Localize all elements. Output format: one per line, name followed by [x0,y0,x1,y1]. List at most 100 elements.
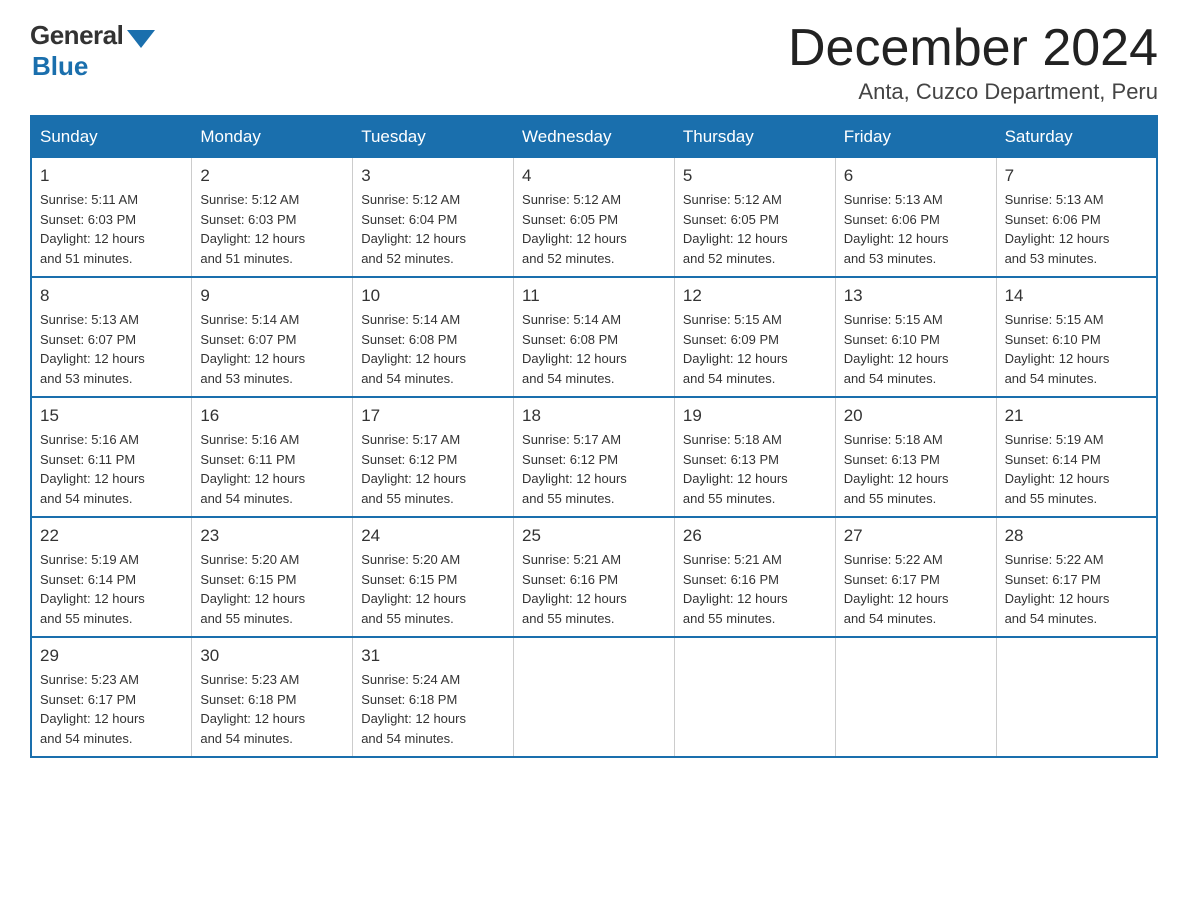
calendar-cell: 10 Sunrise: 5:14 AM Sunset: 6:08 PM Dayl… [353,277,514,397]
header-cell-monday: Monday [192,116,353,158]
day-info: Sunrise: 5:15 AM Sunset: 6:10 PM Dayligh… [844,310,988,388]
day-info: Sunrise: 5:11 AM Sunset: 6:03 PM Dayligh… [40,190,183,268]
day-info: Sunrise: 5:23 AM Sunset: 6:17 PM Dayligh… [40,670,183,748]
calendar-cell: 21 Sunrise: 5:19 AM Sunset: 6:14 PM Dayl… [996,397,1157,517]
calendar-cell: 2 Sunrise: 5:12 AM Sunset: 6:03 PM Dayli… [192,158,353,278]
calendar-cell: 6 Sunrise: 5:13 AM Sunset: 6:06 PM Dayli… [835,158,996,278]
calendar-cell: 14 Sunrise: 5:15 AM Sunset: 6:10 PM Dayl… [996,277,1157,397]
day-info: Sunrise: 5:14 AM Sunset: 6:08 PM Dayligh… [361,310,505,388]
day-info: Sunrise: 5:13 AM Sunset: 6:07 PM Dayligh… [40,310,183,388]
day-info: Sunrise: 5:19 AM Sunset: 6:14 PM Dayligh… [40,550,183,628]
day-info: Sunrise: 5:17 AM Sunset: 6:12 PM Dayligh… [522,430,666,508]
day-number: 30 [200,646,344,666]
day-number: 17 [361,406,505,426]
day-info: Sunrise: 5:23 AM Sunset: 6:18 PM Dayligh… [200,670,344,748]
day-number: 13 [844,286,988,306]
calendar-cell: 20 Sunrise: 5:18 AM Sunset: 6:13 PM Dayl… [835,397,996,517]
day-info: Sunrise: 5:14 AM Sunset: 6:07 PM Dayligh… [200,310,344,388]
day-info: Sunrise: 5:21 AM Sunset: 6:16 PM Dayligh… [683,550,827,628]
title-block: December 2024 Anta, Cuzco Department, Pe… [788,20,1158,105]
day-info: Sunrise: 5:12 AM Sunset: 6:05 PM Dayligh… [522,190,666,268]
day-number: 8 [40,286,183,306]
calendar-cell: 13 Sunrise: 5:15 AM Sunset: 6:10 PM Dayl… [835,277,996,397]
calendar-cell: 24 Sunrise: 5:20 AM Sunset: 6:15 PM Dayl… [353,517,514,637]
day-number: 26 [683,526,827,546]
day-info: Sunrise: 5:24 AM Sunset: 6:18 PM Dayligh… [361,670,505,748]
header-cell-thursday: Thursday [674,116,835,158]
day-number: 18 [522,406,666,426]
logo-blue-text: Blue [32,51,88,82]
day-info: Sunrise: 5:22 AM Sunset: 6:17 PM Dayligh… [844,550,988,628]
day-number: 28 [1005,526,1148,546]
day-info: Sunrise: 5:12 AM Sunset: 6:03 PM Dayligh… [200,190,344,268]
day-info: Sunrise: 5:12 AM Sunset: 6:05 PM Dayligh… [683,190,827,268]
day-info: Sunrise: 5:19 AM Sunset: 6:14 PM Dayligh… [1005,430,1148,508]
header-cell-friday: Friday [835,116,996,158]
day-number: 10 [361,286,505,306]
calendar-table: SundayMondayTuesdayWednesdayThursdayFrid… [30,115,1158,758]
calendar-cell: 3 Sunrise: 5:12 AM Sunset: 6:04 PM Dayli… [353,158,514,278]
calendar-cell: 23 Sunrise: 5:20 AM Sunset: 6:15 PM Dayl… [192,517,353,637]
calendar-cell: 19 Sunrise: 5:18 AM Sunset: 6:13 PM Dayl… [674,397,835,517]
logo-arrow-icon [127,30,155,48]
header-cell-saturday: Saturday [996,116,1157,158]
calendar-cell: 11 Sunrise: 5:14 AM Sunset: 6:08 PM Dayl… [514,277,675,397]
calendar-cell: 16 Sunrise: 5:16 AM Sunset: 6:11 PM Dayl… [192,397,353,517]
day-info: Sunrise: 5:20 AM Sunset: 6:15 PM Dayligh… [200,550,344,628]
calendar-cell: 30 Sunrise: 5:23 AM Sunset: 6:18 PM Dayl… [192,637,353,757]
day-number: 3 [361,166,505,186]
calendar-cell: 31 Sunrise: 5:24 AM Sunset: 6:18 PM Dayl… [353,637,514,757]
week-row-3: 15 Sunrise: 5:16 AM Sunset: 6:11 PM Dayl… [31,397,1157,517]
day-number: 21 [1005,406,1148,426]
calendar-cell [674,637,835,757]
day-info: Sunrise: 5:13 AM Sunset: 6:06 PM Dayligh… [844,190,988,268]
day-number: 4 [522,166,666,186]
day-info: Sunrise: 5:20 AM Sunset: 6:15 PM Dayligh… [361,550,505,628]
day-number: 5 [683,166,827,186]
day-number: 29 [40,646,183,666]
day-number: 22 [40,526,183,546]
day-info: Sunrise: 5:16 AM Sunset: 6:11 PM Dayligh… [40,430,183,508]
calendar-cell [835,637,996,757]
calendar-cell: 9 Sunrise: 5:14 AM Sunset: 6:07 PM Dayli… [192,277,353,397]
calendar-cell [514,637,675,757]
day-number: 9 [200,286,344,306]
day-number: 6 [844,166,988,186]
month-title: December 2024 [788,20,1158,77]
calendar-cell: 4 Sunrise: 5:12 AM Sunset: 6:05 PM Dayli… [514,158,675,278]
header-row: SundayMondayTuesdayWednesdayThursdayFrid… [31,116,1157,158]
calendar-cell: 15 Sunrise: 5:16 AM Sunset: 6:11 PM Dayl… [31,397,192,517]
calendar-cell: 22 Sunrise: 5:19 AM Sunset: 6:14 PM Dayl… [31,517,192,637]
day-info: Sunrise: 5:15 AM Sunset: 6:10 PM Dayligh… [1005,310,1148,388]
location-subtitle: Anta, Cuzco Department, Peru [788,79,1158,105]
day-number: 12 [683,286,827,306]
calendar-cell: 27 Sunrise: 5:22 AM Sunset: 6:17 PM Dayl… [835,517,996,637]
day-number: 2 [200,166,344,186]
day-info: Sunrise: 5:13 AM Sunset: 6:06 PM Dayligh… [1005,190,1148,268]
day-info: Sunrise: 5:18 AM Sunset: 6:13 PM Dayligh… [844,430,988,508]
header-cell-wednesday: Wednesday [514,116,675,158]
day-number: 14 [1005,286,1148,306]
day-info: Sunrise: 5:14 AM Sunset: 6:08 PM Dayligh… [522,310,666,388]
day-info: Sunrise: 5:12 AM Sunset: 6:04 PM Dayligh… [361,190,505,268]
calendar-cell: 7 Sunrise: 5:13 AM Sunset: 6:06 PM Dayli… [996,158,1157,278]
day-number: 7 [1005,166,1148,186]
header-cell-sunday: Sunday [31,116,192,158]
calendar-cell: 5 Sunrise: 5:12 AM Sunset: 6:05 PM Dayli… [674,158,835,278]
day-info: Sunrise: 5:15 AM Sunset: 6:09 PM Dayligh… [683,310,827,388]
calendar-cell: 12 Sunrise: 5:15 AM Sunset: 6:09 PM Dayl… [674,277,835,397]
day-number: 25 [522,526,666,546]
week-row-5: 29 Sunrise: 5:23 AM Sunset: 6:17 PM Dayl… [31,637,1157,757]
calendar-cell: 29 Sunrise: 5:23 AM Sunset: 6:17 PM Dayl… [31,637,192,757]
week-row-1: 1 Sunrise: 5:11 AM Sunset: 6:03 PM Dayli… [31,158,1157,278]
logo: General Blue [30,20,155,82]
day-info: Sunrise: 5:17 AM Sunset: 6:12 PM Dayligh… [361,430,505,508]
day-number: 31 [361,646,505,666]
day-info: Sunrise: 5:22 AM Sunset: 6:17 PM Dayligh… [1005,550,1148,628]
calendar-cell: 26 Sunrise: 5:21 AM Sunset: 6:16 PM Dayl… [674,517,835,637]
day-number: 11 [522,286,666,306]
calendar-cell [996,637,1157,757]
calendar-cell: 17 Sunrise: 5:17 AM Sunset: 6:12 PM Dayl… [353,397,514,517]
day-number: 1 [40,166,183,186]
week-row-4: 22 Sunrise: 5:19 AM Sunset: 6:14 PM Dayl… [31,517,1157,637]
